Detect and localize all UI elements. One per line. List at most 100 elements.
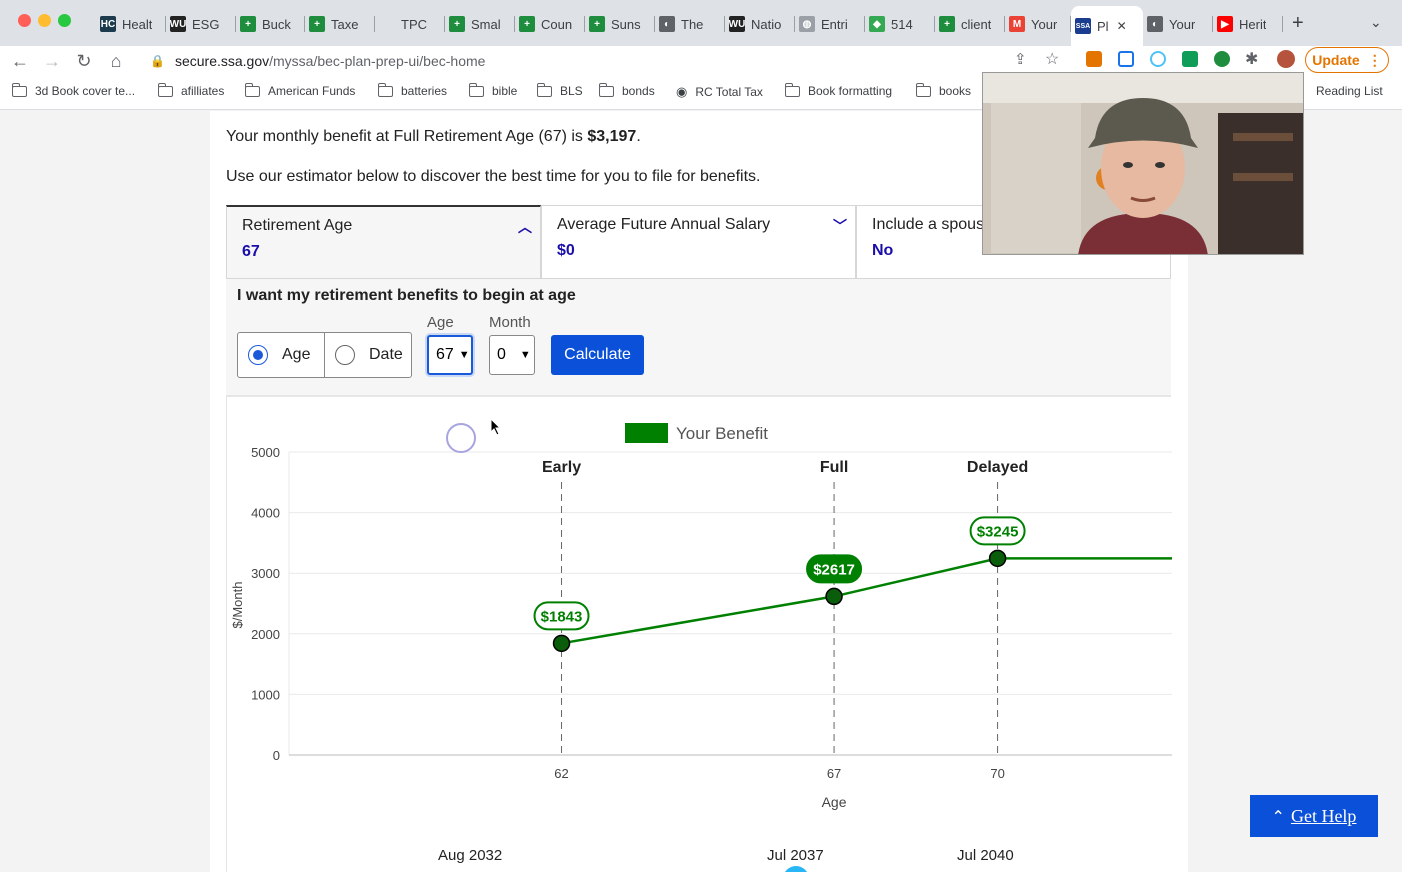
extension-cloud-icon[interactable] [1182, 51, 1198, 67]
home-icon[interactable]: ⌂ [106, 51, 126, 72]
value-label: $3245 [977, 523, 1019, 540]
retirement-age-panel: I want my retirement benefits to begin a… [226, 279, 1171, 397]
extension-circle-icon[interactable] [1150, 51, 1166, 67]
extensions-puzzle-icon[interactable]: ✱ [1245, 49, 1258, 69]
y-tick-label: 5000 [251, 445, 280, 460]
tab-label: Suns [611, 16, 641, 32]
extension-orange-icon[interactable] [1086, 51, 1102, 67]
click-ring-indicator [446, 423, 476, 453]
age-select[interactable]: 67 ▼ [427, 335, 473, 375]
bookmark-label: bonds [622, 84, 655, 98]
date-label-full: Jul 2037 [767, 847, 824, 864]
tab-14[interactable]: SSA Pl ✕ [1071, 6, 1143, 46]
get-help-button[interactable]: ⌃ Get Help [1250, 795, 1378, 837]
bookmark-star-icon[interactable]: ☆ [1045, 49, 1059, 69]
accordion-average-salary[interactable]: Average Future Annual Salary $0 ﹀ [541, 205, 856, 279]
tab-12[interactable]: + client [935, 8, 1005, 40]
calculate-button[interactable]: Calculate [551, 335, 644, 375]
data-point [988, 549, 1007, 568]
radio-age[interactable]: Age [238, 333, 324, 377]
tab-1[interactable]: WU ESG [166, 8, 236, 40]
bookmark-item[interactable]: Book formatting [784, 82, 892, 98]
tab-11[interactable]: ◆ 514 [865, 8, 935, 40]
profile-avatar-icon[interactable] [1277, 50, 1295, 68]
menu-dots-icon: ⋮ [1367, 51, 1382, 68]
bookmark-item[interactable]: books [915, 82, 971, 98]
bookmark-item[interactable]: bonds [598, 82, 655, 98]
tab-9[interactable]: WU Natio [725, 8, 795, 40]
folder-icon [915, 82, 931, 97]
series-line [561, 557, 1172, 645]
tab-label: Your [1031, 16, 1058, 32]
data-point [825, 587, 843, 606]
reload-icon[interactable]: ↻ [74, 51, 94, 72]
tab-search-chevron-icon[interactable]: ⌄ [1370, 14, 1382, 31]
benefit-summary: Your monthly benefit at Full Retirement … [226, 128, 641, 146]
tab-favicon-icon: + [939, 16, 955, 32]
bookmark-item[interactable]: American Funds [244, 82, 355, 98]
bookmark-item[interactable]: batteries [377, 82, 447, 98]
tab-4[interactable]: TPC [375, 8, 445, 40]
tab-2[interactable]: + Buck [236, 8, 305, 40]
marker-label: Early [542, 459, 581, 476]
y-tick-label: 4000 [251, 506, 280, 521]
reading-list[interactable]: Reading List [1316, 84, 1383, 98]
tab-favicon-icon: ◐ [659, 16, 675, 32]
accordion-label: Include a spous [872, 216, 985, 233]
close-window-button[interactable] [18, 14, 31, 27]
share-icon[interactable]: ⇪ [1014, 50, 1027, 68]
new-tab-icon[interactable]: + [1292, 12, 1304, 35]
month-select-label: Month [489, 314, 531, 331]
x-axis-label: Age [822, 794, 847, 810]
tab-16[interactable]: ▶ Herit [1213, 8, 1283, 40]
date-label-delayed: Jul 2040 [957, 847, 1014, 864]
tab-5[interactable]: + Smal [445, 8, 515, 40]
value-label: $2617 [813, 561, 855, 578]
tab-label: Natio [751, 16, 782, 32]
tab-favicon-icon: + [240, 16, 256, 32]
chevron-up-icon: ⌃ [1271, 806, 1285, 826]
get-help-label: Get Help [1290, 805, 1357, 826]
tab-7[interactable]: + Suns [585, 8, 655, 40]
tab-label: Entri [821, 16, 848, 32]
tab-6[interactable]: + Coun [515, 8, 585, 40]
tab-13[interactable]: M Your [1005, 8, 1071, 40]
extension-grid-icon[interactable] [1118, 51, 1134, 67]
bookmark-item[interactable]: ◉ RC Total Tax [676, 84, 763, 100]
tab-8[interactable]: ◐ The [655, 8, 725, 40]
tab-0[interactable]: HC Healt [96, 8, 166, 40]
benefit-amount: $3,197 [587, 128, 637, 145]
chevron-down-icon: ﹀ [833, 218, 847, 234]
tab-favicon-icon: SSA [1075, 18, 1091, 34]
y-tick-label: 1000 [251, 687, 280, 702]
folder-icon [11, 82, 27, 97]
bookmark-item[interactable]: BLS [536, 82, 583, 98]
x-tick-label: 62 [554, 766, 568, 781]
bookmark-item[interactable]: afilliates [157, 82, 224, 98]
benefit-prefix: Your monthly benefit at Full Retirement … [226, 128, 588, 145]
tab-15[interactable]: ◐ Your [1143, 8, 1213, 40]
tab-10[interactable]: ◍ Entri [795, 8, 865, 40]
update-button[interactable]: Update ⋮ [1305, 47, 1389, 73]
y-tick-label: 3000 [251, 566, 280, 581]
bookmark-item[interactable]: bible [468, 82, 517, 98]
radio-date[interactable]: Date [324, 333, 411, 377]
back-icon[interactable]: ← [10, 51, 30, 72]
extension-b-icon[interactable] [1214, 51, 1230, 67]
tab-label: Smal [471, 16, 501, 32]
chevron-up-icon: ︿ [518, 219, 532, 235]
x-tick-label: 70 [990, 766, 1004, 781]
zoom-window-button[interactable] [58, 14, 71, 27]
bookmark-item[interactable]: 3d Book cover te... [11, 82, 135, 98]
close-tab-icon[interactable]: ✕ [1117, 19, 1127, 33]
radio-date-label: Date [369, 346, 403, 363]
tab-favicon-icon: ◐ [1147, 16, 1163, 32]
tab-label: The [681, 16, 704, 32]
address-bar[interactable]: 🔒 secure.ssa.gov/myssa/bec-plan-prep-ui/… [140, 46, 1080, 76]
forward-icon[interactable]: → [42, 51, 62, 72]
month-select[interactable]: 0 ▼ [489, 335, 535, 375]
accordion-retirement-age[interactable]: Retirement Age 67 ︿ [226, 205, 541, 279]
tab-3[interactable]: + Taxe [305, 8, 375, 40]
tab-favicon-icon: ▶ [1217, 16, 1233, 32]
minimize-window-button[interactable] [38, 14, 51, 27]
